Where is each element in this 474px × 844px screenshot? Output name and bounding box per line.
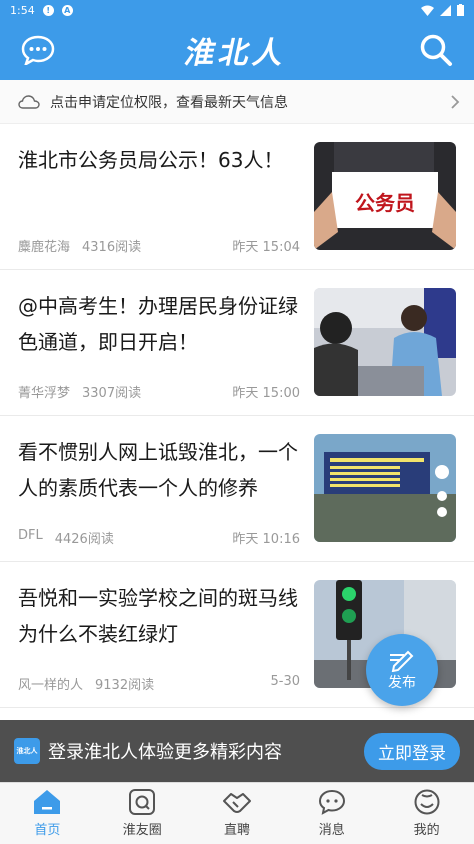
chat-bubble-icon <box>21 35 55 65</box>
article-thumbnail <box>314 434 456 542</box>
app-logo-small: 淮北人 <box>14 738 40 764</box>
message-icon <box>318 789 345 815</box>
weather-banner[interactable]: 点击申请定位权限，查看最新天气信息 <box>0 80 474 124</box>
article-thumbnail: 公务员 <box>314 142 456 250</box>
article-author: DFL <box>18 528 43 543</box>
tab-label: 消息 <box>318 823 345 838</box>
article-title: 看不惯别人网上诋毁淮北，一个人的素质代表一个人的修养 <box>18 440 298 500</box>
article-time: 昨天 10:16 <box>232 532 300 547</box>
article-item[interactable]: @中高考生！办理居民身份证绿色通道，即日开启！ 菁华浮梦 3307阅读 昨天 1… <box>0 270 474 416</box>
tab-home[interactable]: 首页 <box>0 783 95 844</box>
profile-icon <box>414 789 440 815</box>
cloud-icon <box>18 94 40 109</box>
search-icon <box>420 34 452 66</box>
article-item[interactable]: 淮北市公务员局公示！63人！ 麋鹿花海 4316阅读 昨天 15:04 公务员 <box>0 124 474 270</box>
chevron-right-icon <box>451 94 460 109</box>
article-item[interactable]: 看不惯别人网上诋毁淮北，一个人的素质代表一个人的修养 DFL 4426阅读 昨天… <box>0 416 474 562</box>
tab-circle[interactable]: 淮友圈 <box>95 783 190 844</box>
app-logo: 淮北人 <box>181 36 291 71</box>
tab-jobs[interactable]: 直聘 <box>190 783 285 844</box>
article-reads: 4316阅读 <box>82 240 142 255</box>
chat-menu-button[interactable] <box>18 30 58 70</box>
notification-icon: ! <box>42 4 54 16</box>
article-time: 5-30 <box>270 674 300 689</box>
search-button[interactable] <box>416 30 456 70</box>
signal-icon <box>440 4 451 16</box>
article-time: 昨天 15:00 <box>232 386 300 401</box>
circle-icon <box>129 789 156 815</box>
article-author: 菁华浮梦 <box>18 386 71 401</box>
article-author: 麋鹿花海 <box>18 240 71 255</box>
article-reads: 4426阅读 <box>54 532 114 547</box>
article-reads: 9132阅读 <box>95 678 155 693</box>
login-prompt-bar: 淮北人 登录淮北人体验更多精彩内容 立即登录 <box>0 720 474 782</box>
tab-profile[interactable]: 我的 <box>379 783 474 844</box>
weather-text: 点击申请定位权限，查看最新天气信息 <box>50 94 288 111</box>
tab-label: 直聘 <box>223 823 250 838</box>
publish-button[interactable]: 发布 <box>366 634 438 706</box>
home-icon <box>34 790 61 814</box>
article-title: @中高考生！办理居民身份证绿色通道，即日开启！ <box>18 294 298 354</box>
article-reads: 3307阅读 <box>82 386 142 401</box>
tab-label: 我的 <box>413 823 440 838</box>
article-time: 昨天 15:04 <box>232 240 300 255</box>
handshake-icon <box>222 793 251 813</box>
pen-icon <box>390 650 414 672</box>
article-thumbnail <box>314 288 456 396</box>
tab-label: 首页 <box>34 823 61 838</box>
battery-icon <box>457 4 464 16</box>
wifi-icon <box>421 5 434 16</box>
publish-label: 发布 <box>388 675 416 691</box>
top-header: 淮北人 <box>0 20 474 80</box>
article-author: 风一样的人 <box>18 678 84 693</box>
article-title: 吾悦和一实验学校之间的斑马线为什么不装红绿灯 <box>18 586 298 646</box>
login-button[interactable]: 立即登录 <box>364 732 460 770</box>
status-time: 1:54 <box>10 3 35 17</box>
bottom-tab-bar: 首页 淮友圈 直聘 消息 我的 <box>0 782 474 844</box>
login-prompt-text: 登录淮北人体验更多精彩内容 <box>48 742 282 763</box>
thumbnail-caption: 公务员 <box>355 191 415 215</box>
status-bar: 1:54 ! A <box>0 0 474 20</box>
app-notification-icon: A <box>61 4 73 16</box>
tab-messages[interactable]: 消息 <box>284 783 379 844</box>
tab-label: 淮友圈 <box>122 823 162 838</box>
article-title: 淮北市公务员局公示！63人！ <box>18 148 284 172</box>
